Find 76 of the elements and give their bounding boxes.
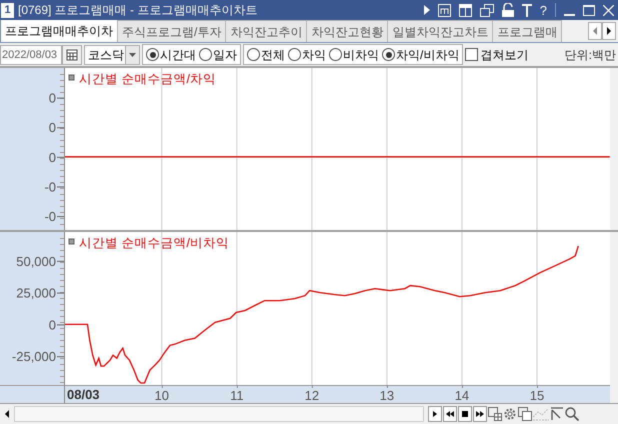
axis-label: 12 [304, 388, 320, 403]
tab[interactable]: 차익잔고추이 [226, 20, 308, 42]
axis-label: 11 [230, 388, 244, 403]
radio-option[interactable]: 비차익 [329, 46, 379, 64]
y-tick [56, 186, 64, 188]
tab[interactable]: 일별차익잔고차트 [388, 20, 494, 42]
copy-icon[interactable] [480, 4, 494, 16]
play-icon[interactable] [428, 406, 442, 422]
unit-label: 단위:백만 [564, 46, 617, 64]
axis-label: 25,000 [16, 286, 56, 301]
legend-marker-icon [68, 74, 74, 80]
fast-forward-icon[interactable] [473, 406, 487, 422]
search-icon[interactable] [565, 407, 579, 421]
calendar-icon[interactable] [62, 44, 82, 64]
axis-label: 10 [154, 388, 170, 403]
axis-label: 0 [48, 120, 56, 136]
stop-icon[interactable] [458, 406, 472, 422]
radio-option[interactable]: 전체 [247, 46, 285, 64]
legend-marker-icon [68, 238, 74, 244]
axis-label: -0 [44, 179, 56, 194]
y-tick [56, 127, 64, 128]
radio-option[interactable]: 일자 [199, 46, 237, 64]
windows-icon[interactable] [518, 407, 532, 421]
chart-title: 시간별 순매수금액/비차익 [79, 236, 229, 250]
y-tick [56, 98, 64, 99]
grid-icon[interactable] [488, 407, 502, 421]
y-tick [56, 292, 64, 294]
rewind-icon[interactable] [443, 406, 457, 422]
window-badge: 1 [1, 2, 14, 18]
market-dropdown[interactable]: 코스닥 [84, 44, 140, 64]
radio-option[interactable]: 차익 [288, 46, 326, 64]
radio-option[interactable]: 시간대 [146, 46, 196, 64]
date-field[interactable]: 2022/08/03 [0, 44, 62, 64]
axis-label: 14 [454, 388, 470, 403]
overlay-checkbox[interactable]: 겹쳐보기 [465, 46, 528, 64]
date-label: 08/03 [67, 387, 100, 402]
play-icon[interactable] [424, 5, 430, 15]
axis-label: 50,000 [16, 254, 56, 269]
y-tick [56, 216, 64, 218]
scrollbar-track[interactable] [14, 406, 424, 422]
memo-icon[interactable] [438, 4, 451, 16]
lock-icon[interactable] [502, 3, 514, 17]
caret-icon [125, 46, 139, 64]
axis-label: 0 [48, 90, 56, 106]
window-title: [0769] 프로그램매매 - 프로그램매매추이차트 [18, 2, 258, 19]
help-button[interactable]: ? [540, 4, 547, 16]
axis-label: 0 [48, 150, 56, 165]
axis-label: 15 [530, 388, 544, 403]
settings-icon[interactable] [503, 407, 517, 421]
radio-button[interactable] [288, 48, 301, 61]
cursor-icon[interactable] [550, 407, 564, 421]
tab[interactable]: 차익잔고현황 [307, 20, 388, 42]
y-tick [56, 356, 64, 358]
maximize-icon[interactable] [583, 4, 595, 16]
y-tick [56, 324, 64, 326]
checkbox[interactable] [465, 48, 478, 61]
radio-button[interactable] [382, 48, 395, 61]
tab[interactable]: 주식프로그램/투자 [118, 20, 226, 42]
tab[interactable]: 프로그램매매추이차 [0, 20, 118, 42]
radio-option[interactable]: 차익/비차익 [382, 46, 460, 64]
radio-button[interactable] [329, 48, 342, 61]
chart-title: 시간별 순매수금액/차익 [79, 72, 216, 86]
text-size-icon[interactable] [522, 4, 532, 16]
radio-button[interactable] [247, 48, 260, 61]
scroll-right-icon[interactable] [602, 22, 616, 40]
radio-button[interactable] [146, 48, 159, 61]
tab[interactable]: 프로그램매 [493, 20, 562, 42]
y-tick [56, 156, 64, 158]
axis-label: 13 [380, 388, 394, 403]
axis-label: 0 [48, 317, 56, 332]
axis-label: -0 [44, 209, 56, 224]
layout-icon[interactable] [458, 4, 472, 16]
close-icon[interactable] [603, 4, 614, 16]
y-tick [56, 260, 64, 262]
axis-label: -25,000 [12, 349, 56, 364]
radio-button[interactable] [199, 48, 212, 61]
